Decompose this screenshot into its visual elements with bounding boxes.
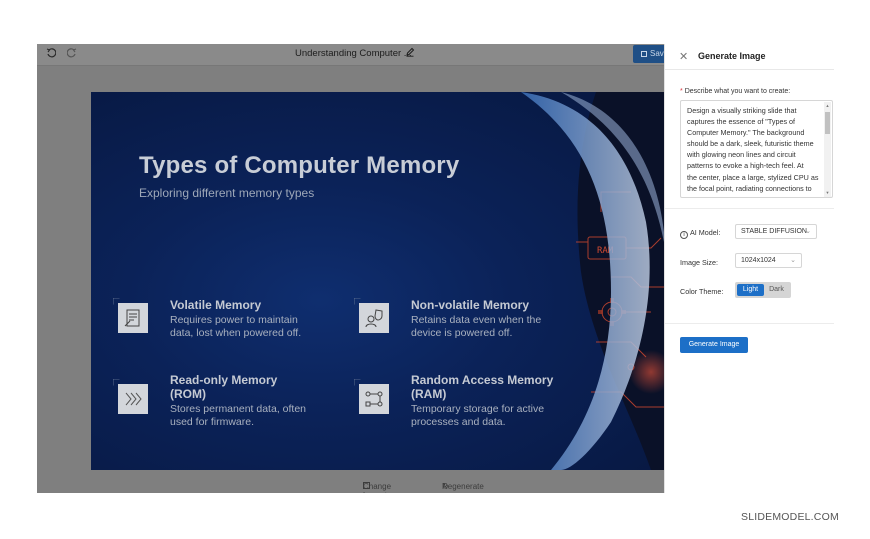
image-size-select[interactable]: 1024x1024 ⌄ — [735, 253, 802, 268]
panel-header: ✕ Generate Image — [665, 44, 834, 70]
chevron-down-icon: ⌄ — [805, 228, 811, 235]
card-read-only-memory[interactable]: Read-only Memory (ROM) Stores permanent … — [113, 373, 343, 433]
card-icon-box — [354, 379, 389, 414]
prompt-label-text: Describe what you want to create: — [684, 88, 791, 95]
pencil-icon[interactable] — [405, 47, 415, 60]
stage: Understanding Computer ... Sav RAM Types… — [0, 0, 870, 539]
theme-option-light[interactable]: Light — [737, 284, 764, 296]
close-icon[interactable]: ✕ — [679, 50, 688, 63]
image-size-value: 1024x1024 — [741, 257, 776, 264]
scroll-down-icon[interactable]: ▼ — [825, 190, 830, 195]
ai-model-label-text: AI Model: — [690, 228, 721, 237]
editor-toolbar: Understanding Computer ... Sav — [37, 44, 673, 66]
theme-option-dark[interactable]: Dark — [764, 284, 789, 296]
card-icon-box — [113, 379, 148, 414]
card-volatile-memory[interactable]: Volatile Memory Requires power to mainta… — [113, 298, 343, 348]
prompt-line: Computer Memory." The background — [687, 128, 805, 138]
scroll-up-icon[interactable]: ▲ — [825, 103, 830, 108]
save-icon — [641, 51, 647, 57]
card-desc-line: Retains data even when the — [411, 314, 542, 326]
card-title: Non-volatile Memory — [411, 298, 530, 312]
editor-area: Understanding Computer ... Sav RAM Types… — [37, 44, 673, 493]
undo-icon[interactable] — [45, 48, 57, 60]
prompt-line: Design a visually striking slide that — [687, 106, 797, 115]
card-desc-line: data, lost when powered off. — [170, 327, 302, 339]
card-desc-line: Stores permanent data, often — [170, 403, 307, 415]
prompt-line: with glowing neon lines and circuit — [687, 150, 796, 160]
slide-subtitle[interactable]: Exploring different memory types — [139, 186, 314, 200]
color-theme-toggle: Light Dark — [735, 282, 791, 298]
card-icon-box — [113, 298, 148, 333]
card-non-volatile-memory[interactable]: Non-volatile Memory Retains data even wh… — [354, 298, 584, 348]
regenerate-label: Regenerate — [442, 482, 484, 491]
card-desc-line: Temporary storage for active — [411, 403, 545, 415]
card-desc-line: device is powered off. — [411, 327, 513, 339]
card-desc-line: Requires power to maintain — [170, 314, 298, 326]
color-theme-label: Color Theme: — [680, 287, 724, 296]
ai-model-select[interactable]: STABLE DIFFUSION ⌄ — [735, 224, 817, 239]
redo-icon[interactable] — [66, 48, 78, 60]
required-marker: * — [680, 88, 683, 95]
divider — [665, 323, 834, 324]
prompt-label: * Describe what you want to create: — [680, 88, 790, 95]
card-title: Volatile Memory — [170, 298, 262, 312]
document-title[interactable]: Understanding Computer ... — [295, 48, 412, 59]
slide-title[interactable]: Types of Computer Memory — [139, 152, 459, 180]
card-title-line: (RAM) — [411, 387, 447, 401]
image-size-label: Image Size: — [680, 258, 718, 267]
slide-canvas[interactable]: RAM Types of Computer Memory Exploring d… — [91, 92, 664, 470]
slide-actions-bar: Change Layout ↻Regenerate — [37, 476, 664, 493]
prompt-line: patterns to evoke a high-tech feel. At — [687, 161, 804, 171]
ai-model-label: i AI Model: — [680, 228, 720, 239]
change-layout-label: Change Layout — [363, 482, 392, 493]
watermark: SLIDEMODEL.COM — [741, 511, 839, 523]
prompt-line: the focal point, radiating connections t… — [687, 183, 812, 193]
card-random-access-memory[interactable]: Random Access Memory (RAM) Temporary sto… — [354, 373, 594, 433]
card-title-line: Random Access Memory — [411, 373, 554, 387]
prompt-line: should be a dark, sleek, futuristic them… — [687, 139, 814, 149]
card-icon-box — [354, 298, 389, 333]
prompt-line: captures the essence of "Types of — [687, 117, 796, 127]
save-label: Sav — [650, 49, 664, 58]
generate-image-button[interactable]: Generate Image — [680, 337, 748, 353]
prompt-scroll-thumb[interactable] — [825, 112, 830, 134]
card-title-line: Read-only Memory — [170, 373, 278, 387]
prompt-line: the center, place a large, stylized CPU … — [687, 172, 819, 182]
ai-model-value: STABLE DIFFUSION — [741, 228, 807, 235]
info-icon[interactable]: i — [680, 231, 688, 239]
app-window: Understanding Computer ... Sav RAM Types… — [37, 44, 834, 493]
prompt-textarea[interactable]: Design a visually striking slide that ca… — [680, 100, 833, 198]
panel-title: Generate Image — [698, 51, 766, 61]
generate-image-panel: ✕ Generate Image * Describe what you want… — [664, 44, 834, 493]
divider — [665, 208, 834, 209]
chevron-down-icon: ⌄ — [790, 257, 796, 264]
card-desc-line: processes and data. — [411, 416, 506, 428]
card-desc-line: used for firmware. — [170, 416, 255, 428]
card-title-line: (ROM) — [170, 387, 206, 401]
